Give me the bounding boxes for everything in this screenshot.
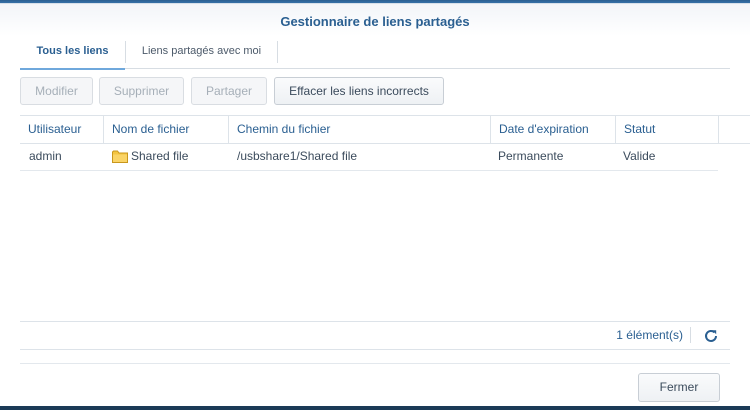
cell-file-path: /usbshare1/Shared file [237,149,358,163]
shared-links-dialog: Gestionnaire de liens partagés Tous les … [0,3,750,406]
item-count: 1 élément(s) [616,328,683,342]
grid-header: Utilisateur Nom de fichier Chemin du fic… [20,115,750,144]
tab-separator [277,41,278,63]
tab-bar: Tous les liens Liens partagés avec moi [20,37,730,70]
clear-invalid-links-button[interactable]: Effacer les liens incorrects [274,77,444,105]
status-bar: 1 élément(s) [20,321,730,350]
dialog-titlebar: Gestionnaire de liens partagés [0,3,750,36]
close-button[interactable]: Fermer [638,373,720,402]
column-header-user[interactable]: Utilisateur [20,116,104,143]
dialog-title: Gestionnaire de liens partagés [280,14,470,29]
footer-divider [20,363,730,364]
folder-icon [112,150,128,163]
cell-expiration: Permanente [498,149,564,163]
refresh-icon[interactable] [702,327,720,345]
table-row[interactable]: admin Shared file /usbshare1/Shared file… [20,143,718,171]
tab-shared-with-me[interactable]: Liens partagés avec moi [126,37,277,68]
column-header-file-name[interactable]: Nom de fichier [104,116,229,143]
share-button[interactable]: Partager [191,77,267,105]
status-separator [690,327,691,343]
tab-all-links[interactable]: Tous les liens [20,37,125,70]
column-header-status[interactable]: Statut [616,116,719,143]
cell-file-name: Shared file [131,149,189,163]
cell-user: admin [29,149,62,163]
column-header-file-path[interactable]: Chemin du fichier [229,116,491,143]
delete-button[interactable]: Supprimer [99,77,184,105]
edit-button[interactable]: Modifier [20,77,93,105]
cell-status: Valide [623,149,656,163]
column-header-expiration[interactable]: Date d'expiration [491,116,616,143]
